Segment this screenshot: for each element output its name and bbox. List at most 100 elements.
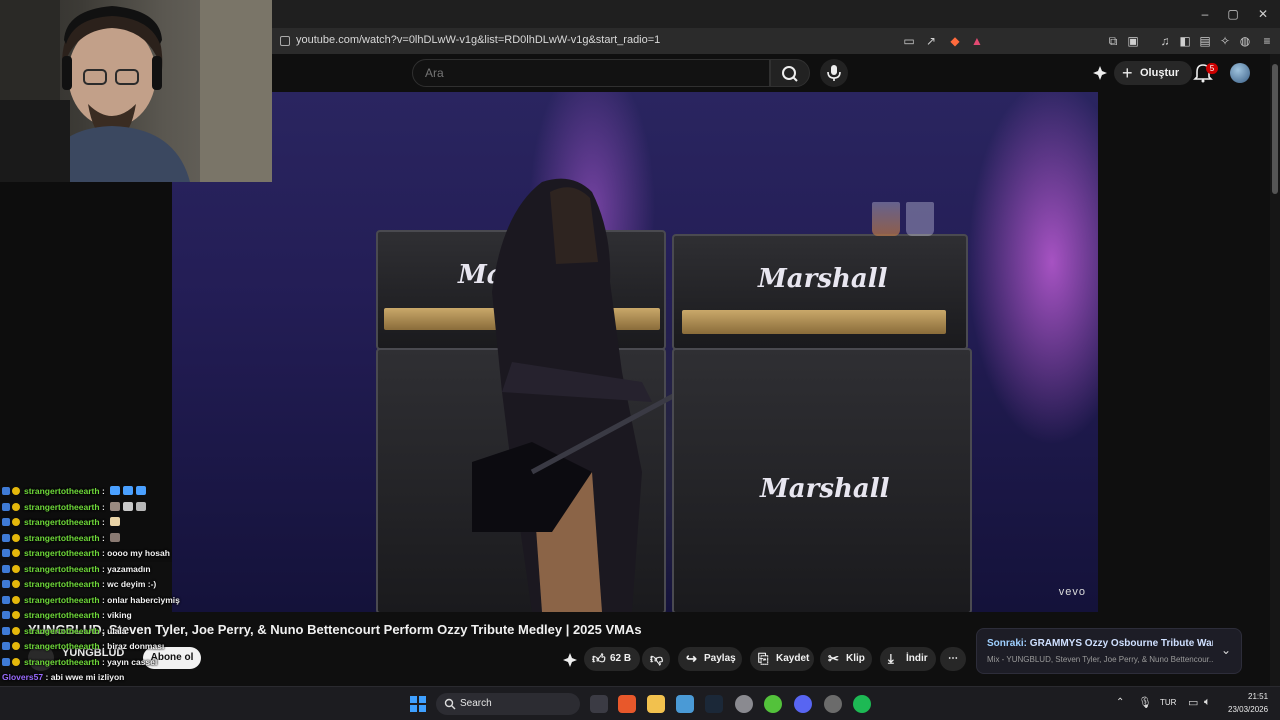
volume-icon[interactable]: 🔈︎	[1204, 696, 1211, 709]
language-indicator[interactable]: TUR	[1160, 698, 1176, 707]
menu-icon[interactable]: ≡	[1260, 34, 1274, 48]
chat-badge-icon	[12, 487, 20, 495]
tab-search-icon[interactable]: ▣	[1126, 34, 1140, 48]
chat-username[interactable]: strangertotheearth	[24, 564, 100, 574]
chat-username[interactable]: strangertotheearth	[24, 641, 100, 651]
share-icon[interactable]: ↗	[924, 34, 938, 48]
guitarist	[472, 178, 672, 612]
chat-text: yayın cassel	[107, 656, 158, 667]
save-button[interactable]: ⎘ Kaydet	[750, 647, 814, 671]
extensions-icon[interactable]: ⧉	[1106, 34, 1120, 48]
scrollbar-thumb[interactable]	[1272, 64, 1278, 194]
brave-browser-icon[interactable]	[618, 695, 636, 713]
wallet-icon[interactable]: ▤	[1198, 34, 1212, 48]
amp-cabinet-right: Marshall	[672, 348, 972, 612]
chat-badge-icon	[12, 564, 20, 573]
chat-badge-icon	[12, 595, 20, 604]
save-label: Kaydet	[776, 653, 810, 664]
search-box[interactable]	[412, 59, 770, 87]
video-player[interactable]: Marshall Marshall Marshall vevo	[172, 92, 1098, 612]
brave-shield-icon[interactable]: ◆	[948, 34, 962, 48]
chat-message: strangertotheearth : biraz donması	[2, 641, 164, 655]
next-up-title: Sonraki: GRAMMYS Ozzy Osbourne Tribute W…	[987, 638, 1213, 649]
scissors-icon: ✂	[828, 651, 839, 666]
clock-time[interactable]: 21:51	[1248, 692, 1268, 701]
leo-icon[interactable]: ✧	[1218, 34, 1232, 48]
sidebar-icon[interactable]: ◧	[1178, 34, 1192, 48]
site-info-icon[interactable]	[280, 36, 290, 46]
vpn-icon[interactable]: ◍	[1238, 34, 1252, 48]
start-icon[interactable]	[410, 696, 426, 712]
chat-message: strangertotheearth : onlar habercìymiş	[2, 595, 180, 609]
next-up-card[interactable]: Sonraki: GRAMMYS Ozzy Osbourne Tribute W…	[976, 628, 1242, 674]
chat-message: strangertotheearth :	[2, 486, 147, 500]
maximize-icon[interactable]: ▢	[1226, 7, 1240, 21]
address-bar[interactable]: youtube.com/watch?v=0lhDLwW-v1g&list=RD0…	[272, 28, 1280, 54]
chat-separator: :	[99, 532, 108, 543]
sparkle-ask-icon[interactable]	[562, 652, 578, 668]
share-button[interactable]: ↪ Paylaş	[678, 647, 742, 671]
like-button[interactable]: 👍︎ 62 B	[584, 647, 640, 671]
close-icon[interactable]: ✕	[1256, 7, 1270, 21]
chat-text: oooo my hosah	[107, 548, 170, 558]
file-explorer-icon[interactable]	[647, 695, 665, 713]
discord-icon[interactable]	[794, 695, 812, 713]
chat-text: abi wwe mi izliyon	[50, 672, 125, 682]
chat-emote-icon	[110, 517, 121, 526]
chat-badge-icon	[2, 502, 10, 511]
download-button[interactable]: ⤓ İndir	[880, 647, 936, 671]
stream-chat: strangertotheearth : strangertotheearth …	[0, 470, 300, 720]
chat-message: strangertotheearth : yayın cassel	[2, 657, 157, 671]
more-actions-button[interactable]: ⋯	[940, 647, 966, 671]
vscode-icon[interactable]	[676, 695, 694, 713]
chat-badge-icon	[12, 502, 20, 511]
chat-username[interactable]: strangertotheearth	[24, 579, 100, 589]
tray-chevron-up-icon[interactable]: ⌃	[1116, 697, 1124, 708]
chat-username[interactable]: Glovers57	[2, 672, 43, 682]
chat-text: wc deyim :-)	[107, 579, 157, 589]
clip-button[interactable]: ✂ Klip	[820, 647, 872, 671]
chat-message: strangertotheearth : ulala	[2, 626, 127, 640]
xbox-icon[interactable]	[764, 695, 782, 713]
create-button[interactable]: + Oluştur	[1114, 61, 1192, 85]
url-text[interactable]: youtube.com/watch?v=0lhDLwW-v1g&list=RD0…	[296, 34, 660, 46]
chat-username[interactable]: strangertotheearth	[24, 533, 100, 543]
chevron-down-icon[interactable]: ⌄	[1221, 643, 1231, 657]
spotify-icon[interactable]	[853, 695, 871, 713]
cast-icon[interactable]: ▭	[902, 34, 916, 48]
chat-message: strangertotheearth :	[2, 501, 147, 516]
voice-search-button[interactable]	[820, 59, 848, 87]
chat-separator: :	[99, 548, 108, 558]
minimize-icon[interactable]: –	[1198, 7, 1212, 21]
dislike-button[interactable]: 👎︎	[642, 647, 670, 671]
chat-username[interactable]: strangertotheearth	[24, 595, 100, 605]
microphone-tray-icon[interactable]: 🎙︎	[1138, 696, 1152, 709]
search-button[interactable]	[770, 59, 810, 87]
settings-gear-icon[interactable]	[735, 695, 753, 713]
thumbs-down-icon: 👎︎	[650, 651, 664, 666]
network-icon[interactable]: ▭	[1188, 696, 1198, 709]
media-icon[interactable]: ♫	[1158, 34, 1172, 48]
chat-badge-icon	[12, 518, 20, 526]
steam-icon[interactable]	[705, 695, 723, 713]
task-view-icon[interactable]	[590, 695, 608, 713]
rewards-icon[interactable]: ▲	[970, 34, 984, 48]
taskbar-search[interactable]: Search	[436, 693, 580, 715]
chat-username[interactable]: strangertotheearth	[24, 657, 100, 667]
chat-username[interactable]: strangertotheearth	[24, 517, 100, 527]
obs-icon[interactable]	[824, 695, 842, 713]
chat-badge-icon	[12, 533, 20, 542]
chat-username[interactable]: strangertotheearth	[24, 502, 100, 512]
chat-separator: :	[99, 594, 108, 605]
chat-username[interactable]: strangertotheearth	[24, 610, 100, 620]
account-avatar[interactable]	[1230, 63, 1250, 83]
clock-date[interactable]: 23/03/2026	[1228, 705, 1268, 714]
chat-separator: :	[99, 579, 108, 589]
chat-username[interactable]: strangertotheearth	[24, 548, 100, 558]
chat-username[interactable]: strangertotheearth	[24, 626, 100, 636]
sparkle-icon[interactable]	[1092, 65, 1108, 81]
page-scrollbar[interactable]	[1270, 54, 1280, 686]
plus-icon: +	[1122, 63, 1133, 83]
chat-username[interactable]: strangertotheearth	[24, 486, 100, 496]
search-input[interactable]	[425, 66, 755, 80]
